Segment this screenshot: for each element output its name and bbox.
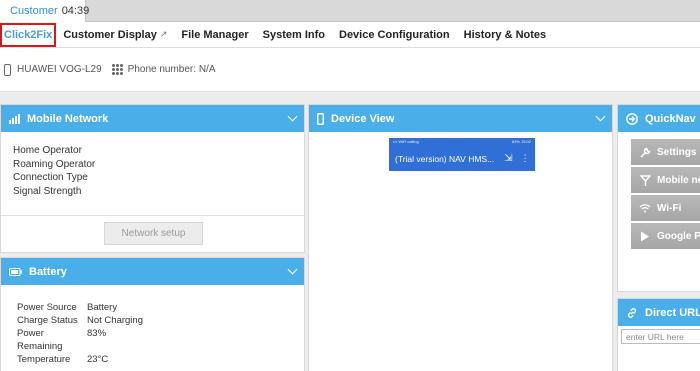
quicknav-panel: QuickNav Settings Mobile ne Wi-Fi Google…: [617, 104, 700, 292]
nav-item-file-manager[interactable]: File Manager: [174, 22, 255, 48]
device-view-header[interactable]: Device View: [309, 105, 612, 132]
battery-label: Power Remaining: [17, 328, 63, 352]
chevron-down-icon[interactable]: [595, 111, 606, 122]
url-input[interactable]: [621, 329, 700, 344]
quicknav-header[interactable]: QuickNav: [618, 105, 700, 132]
phone-number-label: Phone number:: [127, 64, 197, 75]
quicknav-item-label: Mobile ne: [657, 174, 700, 186]
panel-title: Battery: [29, 265, 67, 278]
battery-header[interactable]: Battery: [1, 258, 304, 285]
battery-value: Battery: [87, 302, 118, 313]
direct-url-panel: Direct URL: [617, 298, 700, 371]
chevron-down-icon[interactable]: [287, 264, 298, 275]
quicknav-item-mobile-network[interactable]: Mobile ne: [631, 167, 700, 193]
battery-value: 23°C: [87, 354, 109, 365]
quicknav-item-settings[interactable]: Settings: [631, 139, 700, 165]
field-roaming-operator: Roaming Operator: [13, 158, 96, 170]
nav-item-customer-display[interactable]: Customer Display ↗: [56, 22, 174, 48]
mobile-network-panel: Mobile Network Home Operator Roaming Ope…: [0, 104, 305, 253]
status-right: 83% 15:02: [511, 139, 531, 144]
battery-value: 83%: [87, 328, 107, 339]
quicknav-item-label: Settings: [657, 146, 697, 158]
panel-title: Direct URL: [645, 306, 700, 319]
signal-bars-icon: [9, 113, 20, 124]
link-icon: [626, 307, 638, 319]
dialpad-icon: [111, 64, 123, 75]
wifi-icon: [639, 203, 651, 213]
phone-app-title: (Trial version) NAV HMS...: [395, 153, 495, 164]
arrow-right-circle-icon: [626, 112, 638, 125]
battery-value: Not Charging: [87, 315, 143, 326]
phone-number-value: N/A: [198, 64, 216, 75]
nav-item-device-configuration[interactable]: Device Configuration: [332, 22, 457, 48]
quicknav-item-google-play[interactable]: Google Pla: [631, 223, 700, 249]
external-link-icon: ↗: [159, 29, 168, 39]
exit-icon[interactable]: ⇲: [504, 153, 512, 164]
device-model: HUAWEI VOG-L29: [17, 64, 102, 75]
device-view-panel: Device View ••• WiFi calling 83% 15:02 (…: [308, 104, 613, 371]
session-tab-name: Customer: [10, 5, 58, 17]
phone-icon: [317, 112, 324, 125]
phone-icon: [4, 63, 11, 76]
nav-item-history-notes[interactable]: History & Notes: [457, 22, 554, 48]
phone-status-bar: ••• WiFi calling 83% 15:02: [389, 138, 535, 146]
field-connection-type: Connection Type: [13, 172, 88, 183]
battery-label: Power Source: [17, 302, 77, 313]
device-screen[interactable]: ••• WiFi calling 83% 15:02 (Trial versio…: [389, 138, 535, 171]
divider: [1, 215, 304, 216]
battery-details: Power Source Battery Charge Status Not Cha…: [1, 285, 304, 366]
chevron-down-icon[interactable]: [287, 111, 298, 122]
panel-title: QuickNav: [645, 112, 696, 125]
nav-item-label: Customer Display: [63, 28, 157, 41]
session-tab-strip: Customer 04:39: [0, 0, 700, 22]
phone-app-bar: (Trial version) NAV HMS... ⇲ ⋮: [389, 146, 535, 171]
network-setup-button[interactable]: Network setup: [104, 222, 203, 245]
main-nav: Click2Fix Customer Display ↗ File Manage…: [0, 22, 700, 48]
field-signal-strength: Signal Strength: [13, 185, 82, 197]
battery-label: Charge Status: [17, 315, 78, 326]
battery-label: Temperature: [17, 354, 71, 365]
battery-panel: Battery Power Source Battery Charge Statu…: [0, 257, 305, 371]
quicknav-item-wifi[interactable]: Wi-Fi: [631, 195, 700, 221]
quicknav-item-label: Wi-Fi: [657, 202, 682, 214]
quicknav-list: Settings Mobile ne Wi-Fi Google Pla: [631, 139, 700, 251]
nav-item-click2fix[interactable]: Click2Fix: [0, 22, 57, 47]
more-options-icon[interactable]: ⋮: [521, 153, 530, 164]
field-home-operator: Home Operator: [13, 145, 82, 156]
session-tab-time: 04:39: [61, 5, 90, 17]
device-info-bar: HUAWEI VOG-L29 Phone number: N/A: [0, 48, 700, 92]
panel-title: Mobile Network: [27, 112, 109, 125]
quicknav-item-label: Google Pla: [657, 230, 700, 242]
mobile-network-header[interactable]: Mobile Network: [1, 105, 304, 132]
wrench-icon: [639, 147, 651, 158]
panel-title: Device View: [331, 112, 395, 125]
mobile-network-fields: Home Operator Roaming Operator Connectio…: [1, 132, 304, 198]
session-tab-customer[interactable]: Customer 04:39: [0, 0, 89, 22]
antenna-icon: [639, 174, 651, 186]
status-left: ••• WiFi calling: [393, 139, 419, 144]
nav-item-system-info[interactable]: System Info: [256, 22, 332, 48]
play-icon: [639, 231, 651, 242]
battery-icon: [9, 267, 22, 276]
direct-url-header[interactable]: Direct URL: [618, 299, 700, 326]
